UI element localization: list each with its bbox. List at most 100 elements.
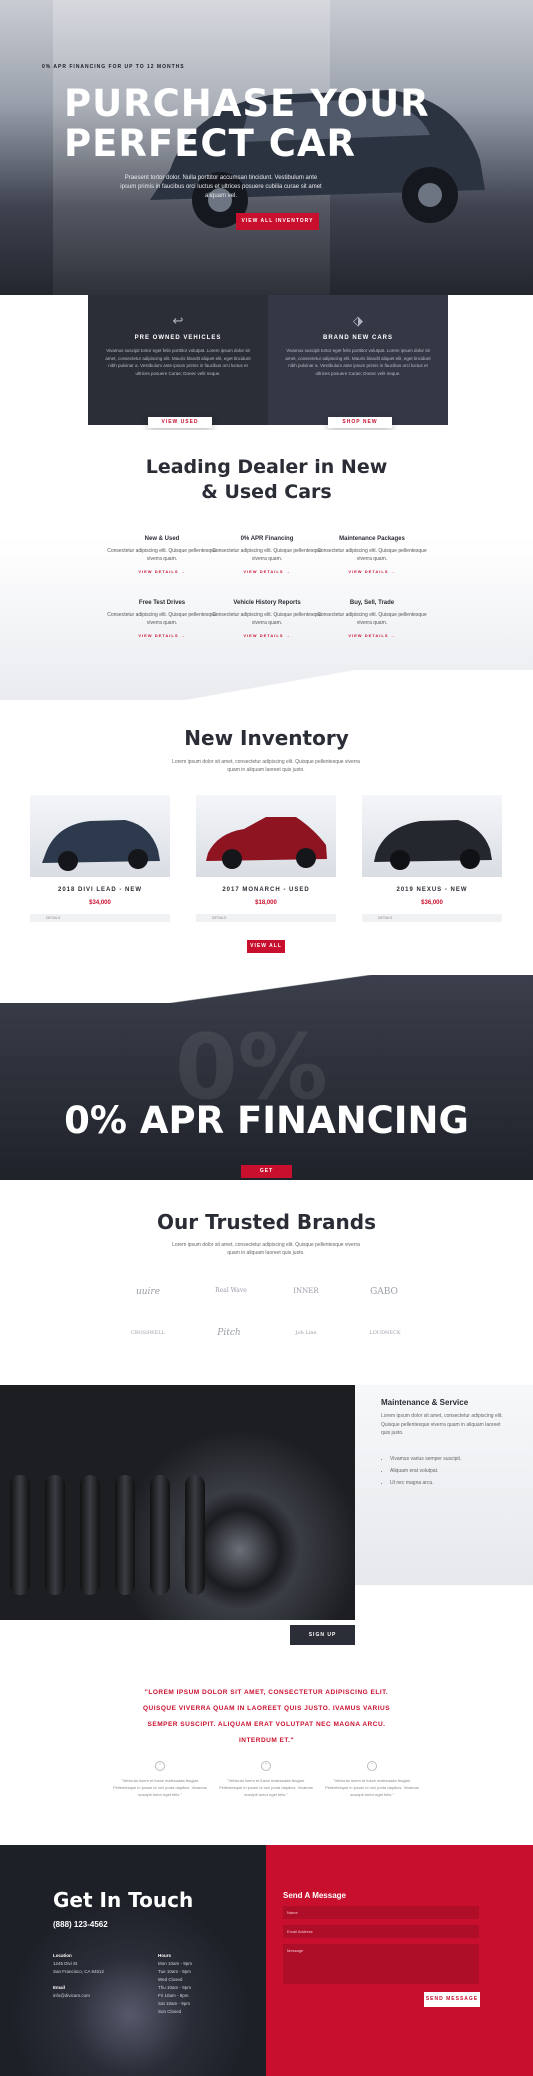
maintenance-title: Maintenance & Service (381, 1398, 469, 1407)
list-item: Aliquam erat volutpat. (390, 1465, 461, 1477)
inventory-card[interactable]: 2017 MONARCH - USED $18,000 DETAILS (196, 795, 336, 922)
feature-history-reports: Vehicle History Reports Consectetur adipi… (212, 600, 322, 638)
testimonial: “ "Vehicula lorem et fusce malesuada feug… (110, 1761, 210, 1798)
feature-text: Consectetur adipiscing elit. Quisque pel… (212, 612, 322, 626)
testimonial-text: "Vehicula lorem et fusce malesuada feugi… (113, 1778, 207, 1797)
inventory-card[interactable]: 2019 NEXUS - NEW $36,000 DETAILS (362, 795, 502, 922)
brand-logo-inner: INNER (293, 1287, 319, 1295)
tag-icon: ⬗ (353, 313, 363, 328)
car-image (362, 795, 502, 877)
feature-text: Consectetur adipiscing elit. Quisque pel… (317, 548, 427, 562)
quote-icon: “ (155, 1761, 165, 1771)
car-name: 2018 DIVI LEAD - NEW (57, 887, 142, 893)
maintenance-list: Vivamus varius semper suscipit. Aliquam … (390, 1453, 461, 1489)
shop-new-button[interactable]: SHOP NEW (328, 417, 392, 428)
quote-icon: “ (261, 1761, 271, 1771)
email-field[interactable]: Email Address (283, 1925, 479, 1938)
testimonial-text: "Vehicula lorem et fusce malesuada feugi… (325, 1778, 419, 1797)
inventory-card[interactable]: 2018 DIVI LEAD - NEW $34,000 DETAILS (30, 795, 170, 922)
form-title: Send A Message (283, 1891, 346, 1900)
car-details-bar[interactable]: DETAILS (362, 914, 502, 922)
car-name: 2017 MONARCH - USED (222, 887, 310, 893)
feature-maintenance: Maintenance Packages Consectetur adipisci… (317, 536, 427, 574)
view-details-link[interactable]: VIEW DETAILS → (212, 633, 322, 638)
car-details-bar[interactable]: DETAILS (30, 914, 170, 922)
feature-text: Consectetur adipiscing elit. Quisque pel… (317, 612, 427, 626)
hours-line: Thu 10am - 9pm (158, 1985, 192, 1990)
hours-line: Sun Closed (158, 2009, 182, 2014)
feature-apr-financing: 0% APR Financing Consectetur adipiscing e… (212, 536, 322, 574)
sign-up-button[interactable]: SIGN UP (290, 1625, 355, 1645)
hero-text: Praesent tortor dolor. Nulla porttitor a… (120, 175, 322, 199)
jeep-grill-image (0, 1385, 355, 1620)
view-all-inventory-button[interactable]: VIEW ALL INVENTORY (236, 213, 319, 230)
hours-line: Mon 10am - 9pm (158, 1961, 193, 1966)
brand-logo-gabo: GABO (370, 1287, 398, 1297)
car-details-bar[interactable]: DETAILS (196, 914, 336, 922)
feature-text: Consectetur adipiscing elit. Quisque pel… (107, 548, 217, 562)
brand-logo-loudneck: LOUDNECK (369, 1330, 401, 1336)
contact-email[interactable]: info@divicars.com (53, 1993, 90, 1998)
contact-hours: Hours Mon 10am - 9pm Tue 10am - 9pm Wed … (158, 1952, 192, 2016)
email-label: Email (53, 1985, 66, 1990)
message-field[interactable]: Message (283, 1944, 479, 1984)
list-item: Vivamus varius semper suscipit. (390, 1453, 461, 1465)
hours-line: Tue 10am - 9pm (158, 1969, 191, 1974)
section-divider (0, 670, 533, 700)
feature-title: Vehicle History Reports (233, 600, 301, 606)
financing-section: 0% 0% APR FINANCING GET FINANCING (0, 975, 533, 1180)
hours-line: Sat 10am - 9pm (158, 2001, 191, 2006)
hours-line: Wed Closed (158, 1977, 183, 1982)
feature-title: Free Test Drives (138, 600, 186, 606)
feature-title: Buy, Sell, Trade (349, 600, 395, 606)
hero-title: PURCHASE YOUR PERFECT CAR (64, 84, 430, 164)
car-name: 2019 NEXUS - NEW (396, 887, 468, 893)
contact-location: Location 1245 Divi St San Francisco, CA … (53, 1952, 104, 2000)
brand-logo-job-line: Job Line (295, 1330, 317, 1336)
view-details-link[interactable]: VIEW DETAILS → (107, 633, 217, 638)
name-field[interactable]: Name (283, 1906, 479, 1919)
car-price: $34,000 (89, 900, 111, 906)
quote-icon: “ (367, 1761, 377, 1771)
view-details-link[interactable]: VIEW DETAILS → (212, 569, 322, 574)
testimonial: “ "Vehicula lorem et fusce malesuada feug… (216, 1761, 316, 1798)
hero-section: 0% APR FINANCING FOR UP TO 12 MONTHS PUR… (0, 0, 533, 295)
feature-title: 0% APR Financing (240, 536, 294, 542)
car-image (30, 795, 170, 877)
get-financing-button[interactable]: GET FINANCING (241, 1165, 292, 1178)
view-all-button[interactable]: VIEW ALL (247, 940, 285, 953)
featured-quote: "LOREM IPSUM DOLOR SIT AMET, CONSECTETUR… (142, 1689, 391, 1744)
view-details-link[interactable]: VIEW DETAILS → (317, 569, 427, 574)
contact-background-wheel (0, 1845, 266, 2076)
testimonial-section: "LOREM IPSUM DOLOR SIT AMET, CONSECTETUR… (0, 1645, 533, 1845)
view-details-link[interactable]: VIEW DETAILS → (317, 633, 427, 638)
feature-text: Consectetur adipiscing elit. Quisque pel… (107, 612, 217, 626)
maintenance-text: Lorem ipsum dolor sit amet, consectetur … (381, 1413, 503, 1436)
brand-new-text: Vivamus suscipit tortor eget felis portt… (285, 348, 431, 376)
pre-owned-text: Vivamus suscipit tortor eget felis portt… (105, 348, 251, 376)
hours-line: Fri 10am - 9pm (158, 1993, 189, 1998)
testimonial: “ "Vehicula lorem et fusce malesuada feug… (322, 1761, 422, 1798)
feature-new-used: New & Used Consectetur adipiscing elit. Q… (107, 536, 217, 574)
financing-title: 0% APR FINANCING (64, 1099, 469, 1142)
return-arrow-icon: ↩ (172, 313, 184, 328)
send-message-button[interactable]: SEND MESSAGE (424, 1992, 480, 2007)
contact-phone[interactable]: (888) 123-4562 (53, 1920, 108, 1929)
feature-text: Consectetur adipiscing elit. Quisque pel… (212, 548, 322, 562)
feature-title: New & Used (144, 536, 180, 542)
brand-logo-real-wave: Real Wave (215, 1287, 247, 1294)
dealer-title-line1: Leading Dealer in New (145, 456, 388, 478)
feature-title: Maintenance Packages (339, 536, 405, 542)
view-details-link[interactable]: VIEW DETAILS → (107, 569, 217, 574)
brands-title: Our Trusted Brands (157, 1210, 376, 1234)
brand-new-card: ⬗ BRAND NEW CARS Vivamus suscipit tortor… (268, 295, 448, 428)
hero-kicker: 0% APR FINANCING FOR UP TO 12 MONTHS (42, 64, 185, 70)
brand-logo-crosswell: CROSSWELL (131, 1330, 165, 1336)
brand-new-title: BRAND NEW CARS (323, 335, 393, 341)
section-divider (0, 975, 533, 1003)
inventory-section: New Inventory Lorem ipsum dolor sit amet… (0, 700, 533, 975)
maintenance-section: Maintenance & Service Lorem ipsum dolor … (0, 1385, 533, 1645)
brands-section: Our Trusted Brands Lorem ipsum dolor sit… (0, 1180, 533, 1385)
view-used-button[interactable]: VIEW USED (148, 417, 212, 428)
dealer-section: Leading Dealer in New & Used Cars New & U… (0, 430, 533, 700)
